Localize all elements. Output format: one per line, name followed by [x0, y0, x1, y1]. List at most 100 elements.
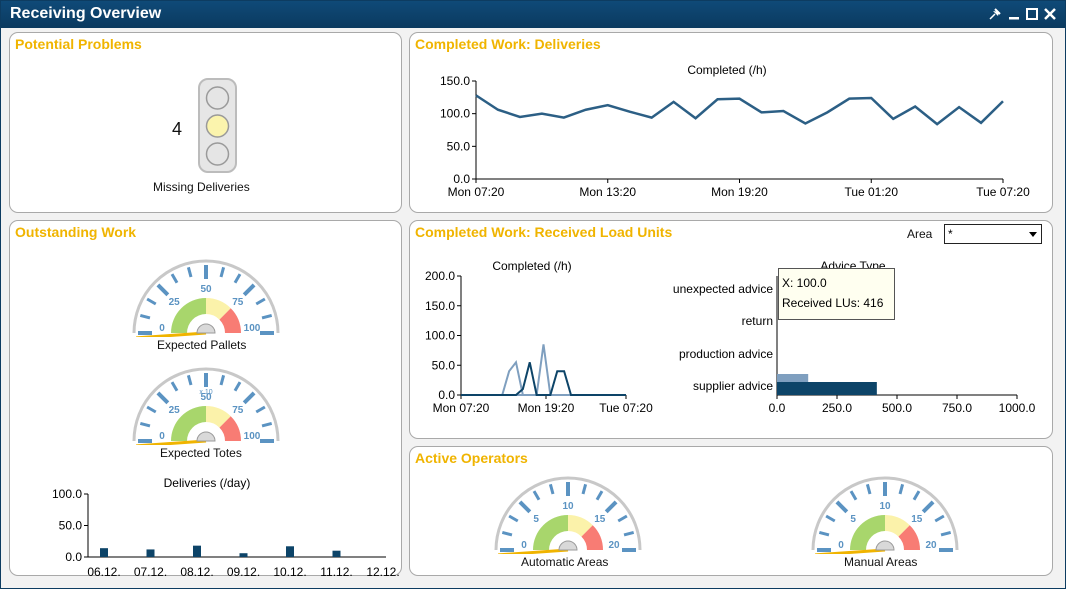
manual-areas-gauge: 0 5 10 15 20 — [811, 476, 959, 554]
gauge-label: Expected Totes — [160, 446, 242, 460]
y-tick-label: 0.0 — [453, 172, 470, 186]
panel-title: Outstanding Work — [15, 224, 137, 240]
y-tick-label: 50.0 — [59, 519, 83, 533]
x-tick-label: Mon 19:20 — [518, 401, 575, 415]
deliveries-per-day-chart: Deliveries (/day) 100.0 50.0 0.0 06.12. 07.1… — [52, 476, 400, 576]
automatic-areas-gauge: 0 5 10 15 20 — [494, 476, 642, 554]
x-tick-label: Mon 19:20 — [711, 185, 768, 199]
y-tick-label: 50.0 — [447, 139, 471, 153]
gauge-tick-label: 100 — [244, 323, 261, 334]
gauge-tick-label: 5 — [850, 514, 856, 525]
active-operators-panel: Active Operators 0 5 10 15 20 Automatic Area… — [409, 446, 1053, 576]
bar — [193, 545, 201, 557]
tooltip-value: Received LUs: 416 — [782, 296, 884, 310]
advice-type-bar-chart: Advice Type 0.0 250.0 500.0 750.0 1000.0unex… — [673, 259, 1036, 415]
y-tick-label: 0.0 — [65, 550, 82, 564]
y-tick-label: 100.0 — [52, 487, 82, 501]
x-tick-label: Tue 07:20 — [976, 185, 1030, 199]
category-label: production advice — [679, 347, 773, 361]
gauge-tick-label: 25 — [169, 405, 181, 416]
missing-deliveries-count: 4 — [172, 119, 183, 139]
received-load-units-panel: Completed Work: Received Load Units Area… — [409, 220, 1053, 439]
bar — [332, 550, 341, 557]
category-label: return — [742, 314, 773, 328]
chart-title: Completed (/h) — [492, 259, 571, 273]
pin-icon[interactable] — [986, 5, 1002, 23]
x-tick-label: 09.12. — [227, 565, 260, 576]
red-light — [205, 86, 230, 110]
gauge-label: Expected Pallets — [157, 338, 247, 352]
completed-deliveries-panel: Completed Work: Deliveries Completed (/h… — [409, 32, 1053, 213]
panel-title: Potential Problems — [15, 36, 142, 52]
gauge-tick-label: 75 — [232, 405, 244, 416]
y-tick-label: 200.0 — [425, 269, 455, 283]
gauge-tick-label: 20 — [925, 540, 937, 551]
gauge-tick-label: 10 — [879, 501, 891, 512]
title-bar: Receiving Overview — [1, 1, 1065, 28]
receiving-overview-window: Receiving Overview Potential Problems 4 … — [0, 0, 1066, 589]
chart-title: Completed (/h) — [687, 63, 766, 77]
gauge-label: Automatic Areas — [521, 555, 609, 569]
expected-pallets-gauge: 0 25 50 75 100 — [132, 259, 280, 337]
bar — [100, 548, 108, 557]
series-line — [461, 344, 626, 396]
x-tick-label: 11.12. — [320, 565, 352, 576]
potential-problems-panel: Potential Problems 4 Missing Deliveries — [9, 32, 402, 213]
gauge-tick-label: 0 — [159, 323, 165, 334]
x-tick-label: 08.12. — [180, 565, 213, 576]
missing-deliveries-label: Missing Deliveries — [153, 180, 250, 194]
y-tick-label: 0.0 — [438, 388, 455, 402]
gauge-tick-label: 15 — [594, 514, 606, 525]
gauge-tick-label: 25 — [169, 297, 181, 308]
gauge-tick-label: 0 — [838, 540, 844, 551]
x-tick-label: 10.12. — [273, 565, 306, 576]
maximize-icon[interactable] — [1024, 5, 1040, 23]
gauge-tick-label: 5 — [533, 514, 539, 525]
y-tick-label: 100.0 — [425, 329, 455, 343]
received-lus-line-chart: Completed (/h) 200.0150.0100.050.00.0Mon… — [425, 259, 653, 415]
panel-title: Active Operators — [415, 450, 528, 466]
gauge-tick-label: 0 — [521, 540, 527, 551]
x-tick-label: 0.0 — [769, 401, 786, 415]
gauge-tick-label: 75 — [232, 297, 244, 308]
y-tick-label: 150.0 — [425, 299, 455, 313]
x-tick-label: 750.0 — [942, 401, 972, 415]
gauge-tick-label: 100 — [244, 431, 261, 442]
bar — [146, 549, 155, 557]
y-tick-label: 50.0 — [432, 358, 456, 372]
x-tick-label: 06.12. — [87, 565, 120, 576]
deliveries-line-chart: Completed (/h) 150.0 100.0 50.0 0.0Mon 07:2… — [440, 63, 1030, 199]
gauge-tick-label: 15 — [911, 514, 923, 525]
gauge-label: Manual Areas — [844, 555, 918, 569]
series-line — [461, 362, 626, 396]
traffic-light-icon — [198, 78, 237, 173]
gauge-tick-label: 0 — [159, 431, 165, 442]
bar — [777, 382, 877, 395]
x-tick-label: Mon 07:20 — [448, 185, 505, 199]
yellow-light — [205, 114, 230, 138]
close-icon[interactable] — [1042, 5, 1058, 23]
gauge-multiplier: x 10 — [199, 389, 212, 396]
gauge-tick-label: 10 — [562, 501, 574, 512]
bar — [286, 546, 294, 557]
x-tick-label: Mon 07:20 — [433, 401, 490, 415]
y-tick-label: 150.0 — [440, 74, 470, 88]
category-label: unexpected advice — [673, 282, 773, 296]
x-tick-label: 500.0 — [882, 401, 912, 415]
expected-totes-gauge: 0255075100x 10 — [132, 367, 280, 445]
gauge-tick-label: 20 — [608, 540, 620, 551]
y-tick-label: 100.0 — [440, 107, 470, 121]
tooltip-x: X: 100.0 — [782, 276, 827, 290]
series-line — [475, 94, 1004, 126]
category-label: supplier advice — [693, 379, 773, 393]
gauge-tick-label: 50 — [200, 284, 212, 295]
chart-title: Deliveries (/day) — [164, 476, 251, 490]
x-tick-label: Tue 01:20 — [844, 185, 898, 199]
chart-tooltip: X: 100.0 Received LUs: 416 — [778, 268, 895, 320]
x-tick-label: 12.12. — [366, 565, 399, 576]
green-light — [205, 142, 230, 166]
x-tick-label: 1000.0 — [999, 401, 1036, 415]
x-tick-label: 250.0 — [822, 401, 852, 415]
minimize-icon[interactable] — [1006, 5, 1022, 23]
window-title: Receiving Overview — [10, 5, 162, 22]
